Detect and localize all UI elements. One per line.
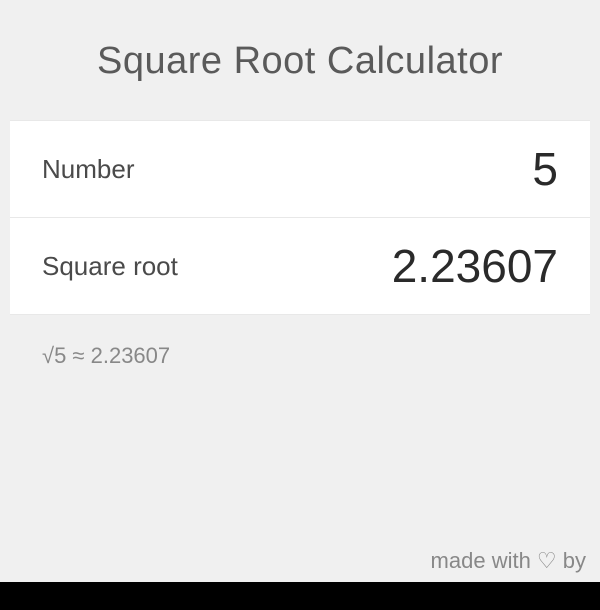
page-title: Square Root Calculator (10, 10, 590, 121)
number-label: Number (42, 154, 134, 185)
result-value: 2.23607 (392, 239, 558, 293)
calculator-widget: Square Root Calculator Number 5 Square r… (10, 10, 590, 397)
result-row: Square root 2.23607 (10, 217, 590, 315)
number-input[interactable]: 5 (532, 142, 558, 196)
result-label: Square root (42, 251, 178, 282)
bottom-bar (0, 582, 600, 610)
number-row: Number 5 (10, 120, 590, 218)
summary-text: √5 ≈ 2.23607 (10, 315, 590, 397)
footer-credit: made with ♡ by (431, 548, 586, 574)
